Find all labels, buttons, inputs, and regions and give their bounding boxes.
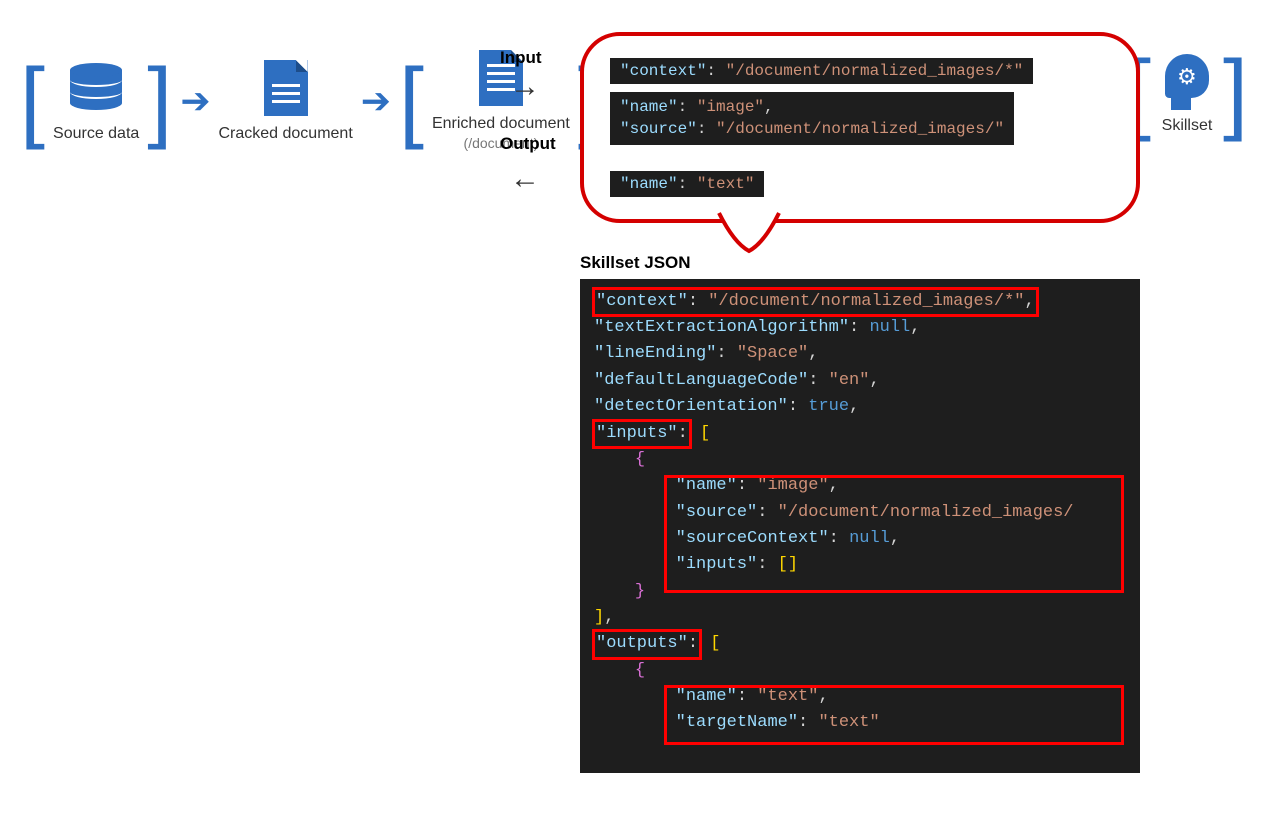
callout-tail-icon: [714, 213, 784, 253]
cracked-label: Cracked document: [218, 124, 352, 144]
source-node: Source data: [53, 58, 139, 144]
arrow-right-icon: →: [510, 70, 540, 104]
callout-line3: "name": "text": [610, 171, 764, 197]
arrow-left-icon: ←: [510, 162, 540, 196]
input-label: Input: [500, 48, 556, 68]
bracket-close-1: ]: [147, 56, 172, 146]
arrow-1: ➔: [180, 83, 210, 119]
cracked-node: Cracked document: [218, 58, 352, 144]
skillset-group: [ ⚙ Skillset ]: [1126, 48, 1248, 138]
skillset-node: ⚙ Skillset: [1157, 50, 1217, 136]
cracked-doc-icon: [256, 58, 316, 118]
json-title: Skillset JSON: [580, 253, 1140, 273]
callout-line1: "context": "/document/normalized_images/…: [610, 58, 1033, 84]
skillset-label: Skillset: [1162, 116, 1213, 136]
bracket-open-2: [: [399, 56, 424, 146]
callout-line2: "name": "image","source": "/document/nor…: [610, 92, 1014, 145]
database-icon: [66, 58, 126, 118]
gear-icon: ⚙: [1177, 64, 1197, 90]
bracket-close-3: ]: [1223, 48, 1248, 138]
io-arrows: → ←: [510, 70, 540, 196]
bracket-open-1: [: [20, 56, 45, 146]
skillset-head-icon: ⚙: [1157, 50, 1217, 110]
source-label: Source data: [53, 124, 139, 144]
callout-bubble: "context": "/document/normalized_images/…: [580, 32, 1140, 223]
skillset-json-code: "context": "/document/normalized_images/…: [580, 279, 1140, 773]
center-column: "context": "/document/normalized_images/…: [580, 32, 1140, 773]
arrow-2: ➔: [361, 83, 391, 119]
